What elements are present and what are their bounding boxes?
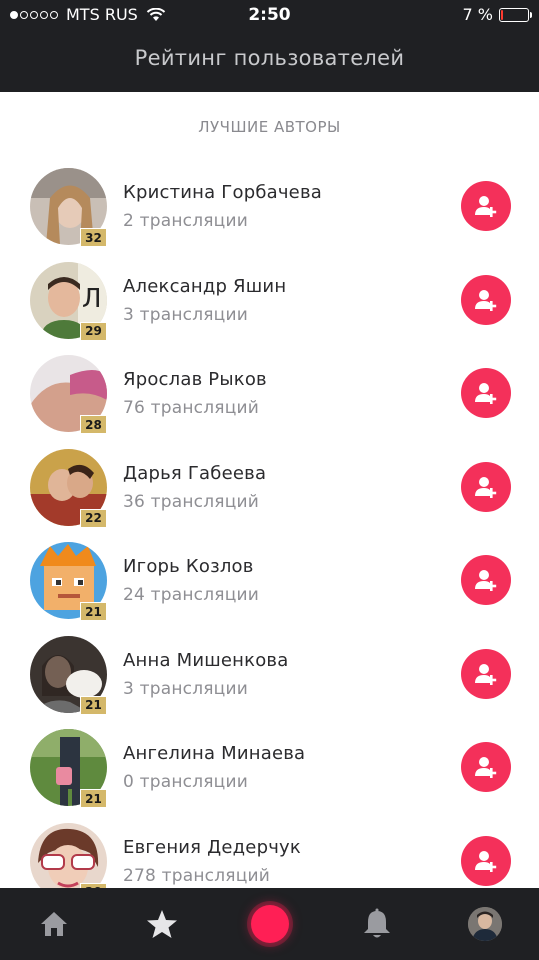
add-user-button[interactable] [461, 368, 511, 418]
bell-icon [364, 908, 390, 938]
star-icon [147, 910, 177, 938]
add-user-icon [475, 850, 497, 872]
list-item[interactable]: 32 Кристина Горбачева 2 трансляции [0, 160, 539, 254]
list-item[interactable]: 21 Ангелина Минаева 0 трансляции [0, 721, 539, 815]
level-badge: 21 [80, 602, 107, 621]
stream-count: 3 трансляции [123, 304, 248, 325]
add-user-button[interactable] [461, 461, 511, 512]
level-badge: 29 [80, 321, 107, 341]
user-name[interactable]: Игорь Козлов [123, 556, 254, 577]
tab-profile[interactable] [455, 888, 515, 960]
page-title: Рейтинг пользователей [134, 46, 405, 70]
add-user-button[interactable] [461, 648, 511, 699]
add-user-button[interactable] [461, 274, 511, 325]
record-icon [251, 905, 289, 943]
list-item[interactable]: Л 29 Александр Яшин 3 трансляции [0, 254, 539, 348]
level-badge: 28 [80, 415, 107, 434]
tab-notifications[interactable] [347, 888, 407, 960]
battery-icon [499, 7, 532, 22]
user-name[interactable]: Александр Яшин [123, 276, 286, 297]
stream-count: 278 трансляций [123, 865, 270, 886]
stream-count: 24 трансляции [123, 585, 259, 605]
add-user-button[interactable] [461, 181, 511, 231]
section-title: ЛУЧШИЕ АВТОРЫ [198, 118, 341, 136]
add-user-icon [475, 196, 497, 217]
stream-count: 3 трансляции [123, 678, 248, 699]
tab-bar [0, 888, 539, 960]
add-user-button[interactable] [461, 555, 511, 605]
user-name[interactable]: Кристина Горбачева [123, 182, 322, 203]
battery-percent: 7 % [462, 5, 493, 24]
stream-count: 2 трансляции [123, 211, 248, 231]
tab-record[interactable] [240, 888, 300, 960]
tab-home[interactable] [24, 888, 84, 960]
add-user-icon [475, 757, 497, 778]
level-badge: 21 [80, 789, 107, 808]
add-user-icon [475, 476, 497, 498]
add-user-icon [475, 289, 497, 311]
level-badge: 32 [80, 228, 107, 247]
user-list: 32 Кристина Горбачева 2 трансляции Л 29 [0, 160, 539, 908]
add-user-button[interactable] [461, 835, 511, 886]
user-name[interactable]: Ангелина Минаева [123, 743, 305, 764]
level-badge: 21 [80, 695, 107, 715]
add-user-icon [475, 663, 497, 685]
add-user-button[interactable] [461, 742, 511, 792]
user-name[interactable]: Ярослав Рыков [123, 369, 267, 390]
stream-count: 36 трансляций [123, 491, 259, 512]
level-badge: 22 [80, 508, 107, 528]
list-item[interactable]: 21 Игорь Козлов 24 трансляции [0, 534, 539, 628]
top-bar: MTS RUS 2:50 7 % Рейтинг пользователей [0, 0, 539, 92]
home-icon [41, 912, 67, 936]
list-item[interactable]: 28 Ярослав Рыков 76 трансляций [0, 347, 539, 441]
stream-count: 0 трансляции [123, 772, 248, 792]
svg-text:Л: Л [82, 284, 102, 314]
user-name[interactable]: Евгения Дедерчук [123, 837, 301, 858]
add-user-icon [475, 383, 497, 404]
list-item[interactable]: 21 Анна Мишенкова 3 трансляции [0, 628, 539, 722]
clock: 2:50 [248, 5, 291, 25]
tab-top[interactable] [132, 888, 192, 960]
list-item[interactable]: 22 Дарья Габеева 36 трансляций [0, 441, 539, 535]
status-bar: MTS RUS 2:50 7 % [0, 0, 539, 30]
stream-count: 76 трансляций [123, 398, 259, 418]
add-user-icon [475, 570, 497, 591]
profile-avatar [468, 907, 502, 941]
user-name[interactable]: Анна Мишенкова [123, 650, 288, 671]
user-name[interactable]: Дарья Габеева [123, 463, 266, 484]
